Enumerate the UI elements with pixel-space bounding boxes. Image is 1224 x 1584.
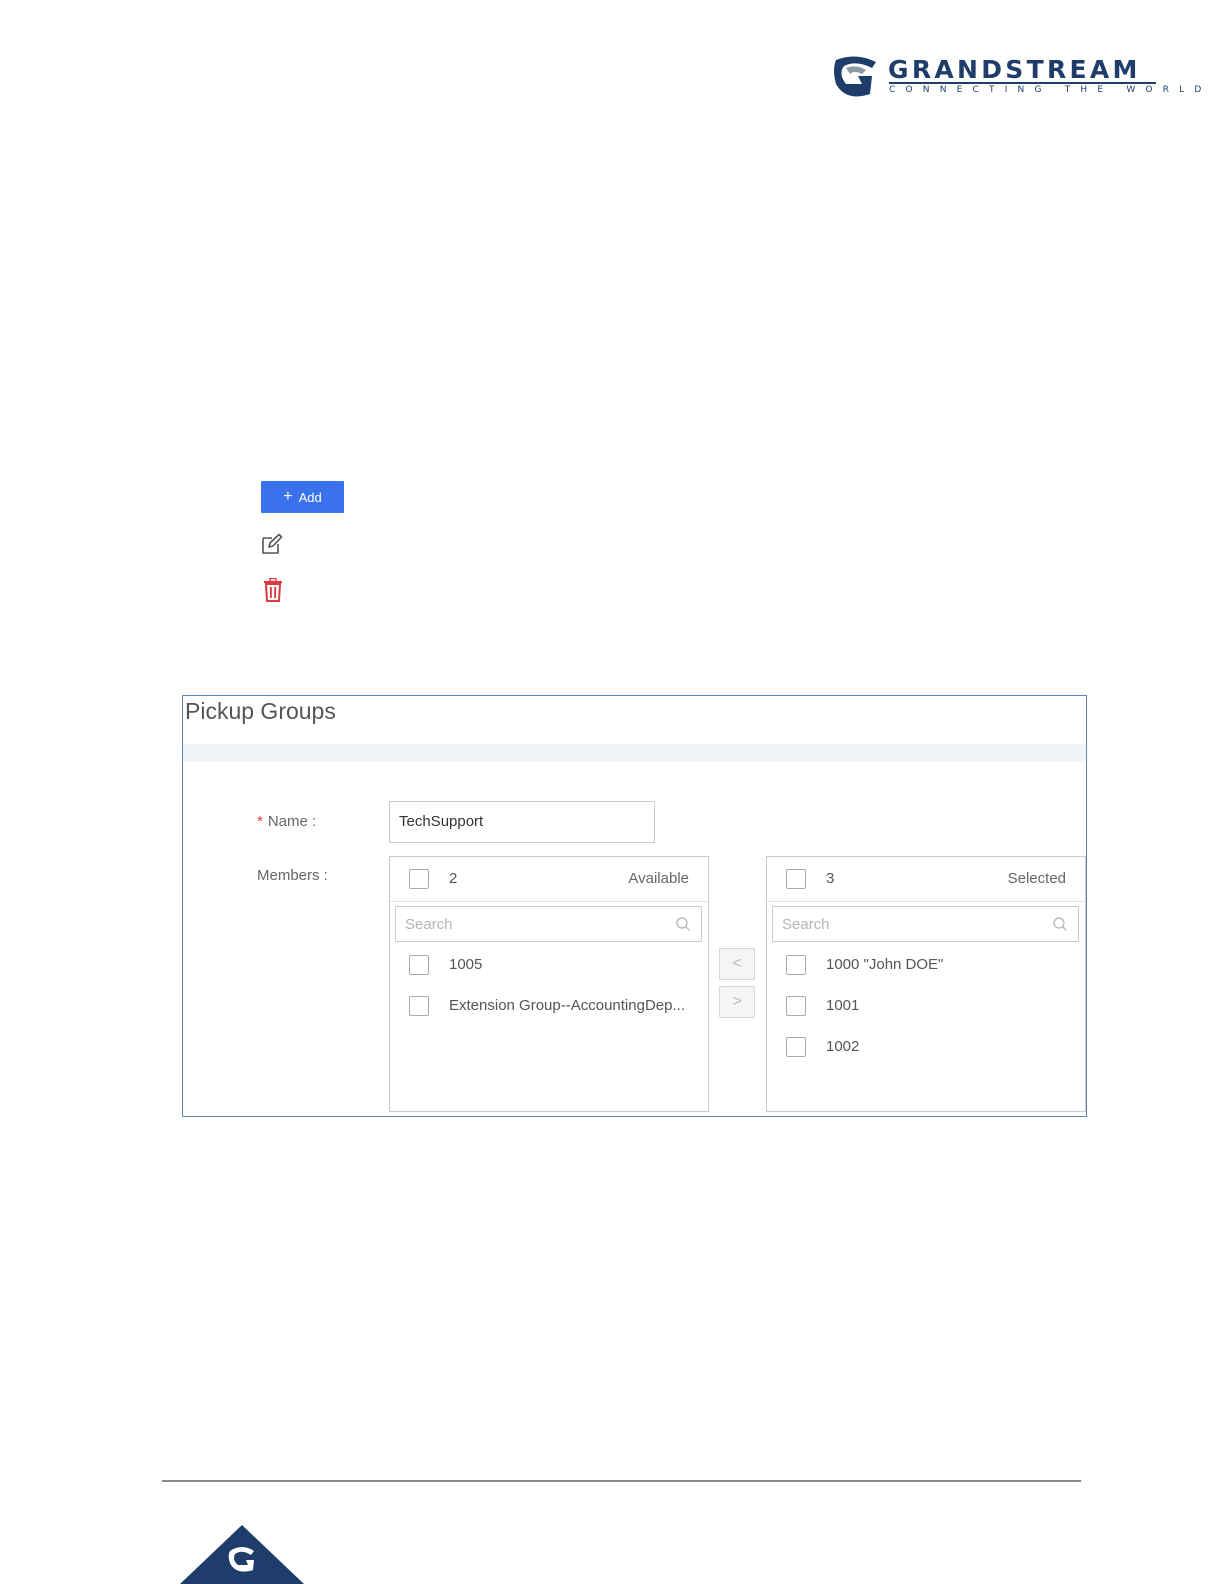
footer-divider bbox=[162, 1480, 1081, 1482]
move-left-button[interactable]: < bbox=[719, 948, 755, 980]
available-members-panel: 2 Available 1005 Extension Group--Accoun… bbox=[389, 856, 709, 1112]
item-checkbox[interactable] bbox=[786, 955, 806, 975]
add-button[interactable]: + Add bbox=[261, 481, 344, 513]
footer-logo-icon bbox=[180, 1525, 304, 1584]
selected-select-all-checkbox[interactable] bbox=[786, 869, 806, 889]
search-icon bbox=[676, 917, 690, 931]
list-item[interactable]: 1002 bbox=[767, 1033, 1085, 1063]
brand-tagline: CONNECTING THE WORLD bbox=[889, 85, 1212, 95]
selected-panel-header: 3 Selected bbox=[767, 857, 1085, 902]
grandstream-logo-icon bbox=[834, 56, 876, 97]
brand-rule bbox=[889, 82, 1156, 84]
selected-count: 3 bbox=[826, 870, 835, 887]
selected-status-label: Selected bbox=[1007, 870, 1066, 887]
add-button-label: Add bbox=[298, 489, 322, 505]
available-panel-header: 2 Available bbox=[390, 857, 708, 902]
available-select-all-checkbox[interactable] bbox=[409, 869, 429, 889]
required-asterisk: * bbox=[257, 813, 263, 830]
plus-icon: + bbox=[283, 488, 293, 505]
available-status-label: Available bbox=[628, 870, 689, 887]
name-label-wrap: * Name : bbox=[257, 813, 316, 830]
members-label: Members : bbox=[257, 867, 328, 884]
search-icon bbox=[1053, 917, 1067, 931]
pickup-groups-dialog: Pickup Groups * Name : TechSupport Member… bbox=[182, 695, 1087, 1117]
trash-icon[interactable] bbox=[263, 578, 283, 602]
selected-search-box bbox=[772, 906, 1079, 942]
dialog-title: Pickup Groups bbox=[185, 698, 336, 724]
item-checkbox[interactable] bbox=[786, 996, 806, 1016]
selected-search-input[interactable] bbox=[773, 907, 1061, 941]
grandstream-logo: GRANDSTREAM CONNECTING THE WORLD bbox=[832, 52, 1201, 102]
available-count: 2 bbox=[449, 870, 458, 887]
list-item[interactable]: Extension Group--AccountingDep... bbox=[390, 992, 708, 1022]
name-field[interactable]: TechSupport bbox=[389, 801, 655, 843]
item-label: 1005 bbox=[449, 956, 483, 973]
name-label: Name : bbox=[267, 813, 317, 830]
available-search-input[interactable] bbox=[396, 907, 684, 941]
brand-name: GRANDSTREAM bbox=[888, 55, 1141, 84]
item-label: 1001 bbox=[826, 997, 860, 1014]
list-item[interactable]: 1005 bbox=[390, 951, 708, 981]
selected-members-panel: 3 Selected 1000 "John DOE" 1001 1002 bbox=[766, 856, 1086, 1112]
item-label: 1002 bbox=[826, 1038, 860, 1055]
item-label: 1000 "John DOE" bbox=[826, 956, 944, 973]
move-right-button[interactable]: > bbox=[719, 986, 755, 1018]
item-checkbox[interactable] bbox=[409, 955, 429, 975]
item-label: Extension Group--AccountingDep... bbox=[449, 997, 685, 1014]
list-item[interactable]: 1000 "John DOE" bbox=[767, 951, 1085, 981]
item-checkbox[interactable] bbox=[786, 1037, 806, 1057]
available-search-box bbox=[395, 906, 702, 942]
list-item[interactable]: 1001 bbox=[767, 992, 1085, 1022]
item-checkbox[interactable] bbox=[409, 996, 429, 1016]
dialog-header-band bbox=[183, 744, 1086, 762]
edit-icon[interactable] bbox=[261, 533, 283, 555]
